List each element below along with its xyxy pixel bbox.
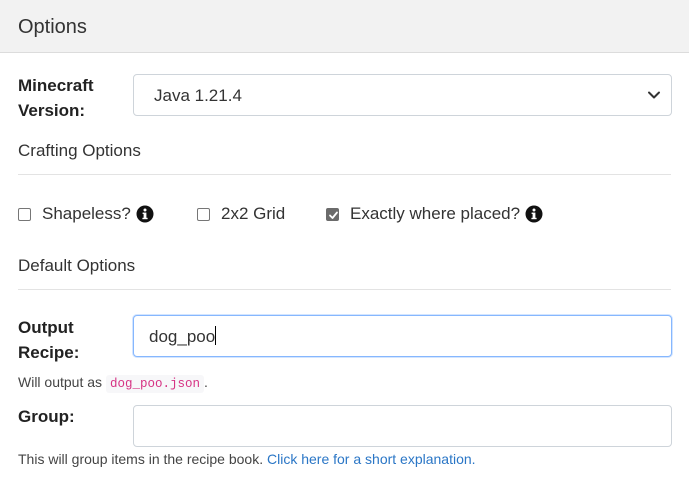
version-selected-value: Java 1.21.4 <box>154 86 242 105</box>
checkmark-icon <box>329 211 338 219</box>
chevron-down-icon <box>648 91 660 99</box>
info-icon[interactable] <box>136 205 154 223</box>
text-caret <box>215 326 217 345</box>
default-options-title: Default Options <box>18 256 136 275</box>
crafting-options-title: Crafting Options <box>18 141 141 160</box>
group-help-text: This will group items in the recipe book… <box>18 450 476 468</box>
grid-2x2-label: 2x2 Grid <box>221 204 286 223</box>
default-divider <box>18 289 671 290</box>
card-title: Options <box>18 16 87 38</box>
grid-2x2-checkbox[interactable] <box>197 207 210 221</box>
shapeless-label: Shapeless? <box>42 204 131 223</box>
output-recipe-value-wrap: dog_poo <box>149 326 217 348</box>
version-select[interactable]: Java 1.21.4 <box>133 74 672 116</box>
grid-2x2-option[interactable]: 2x2 Grid <box>197 203 285 225</box>
version-label: Minecraft Version: <box>18 76 94 120</box>
group-explanation-link[interactable]: Click here for a short explanation. <box>267 451 476 467</box>
group-label: Group: <box>18 407 75 426</box>
output-help-prefix: Will output as <box>18 374 103 390</box>
exact-placement-option[interactable]: Exactly where placed? <box>326 203 543 225</box>
output-recipe-input[interactable]: dog_poo <box>133 315 672 357</box>
card-header: Options <box>0 0 689 53</box>
group-input[interactable] <box>133 405 672 447</box>
output-recipe-value: dog_poo <box>149 327 216 346</box>
exact-placement-checkbox[interactable] <box>326 207 339 221</box>
group-help-description: This will group items in the recipe book… <box>18 451 264 467</box>
shapeless-option[interactable]: Shapeless? <box>18 203 154 225</box>
crafting-divider <box>18 174 671 175</box>
output-filename: dog_poo.json <box>105 375 204 393</box>
info-icon[interactable] <box>525 205 543 223</box>
shapeless-checkbox[interactable] <box>18 207 31 221</box>
options-card: Options Minecraft Version: Java 1.21.4 C… <box>0 0 689 499</box>
exact-placement-label: Exactly where placed? <box>350 204 521 223</box>
output-help-suffix: . <box>203 374 208 390</box>
output-recipe-label: Output Recipe: <box>18 318 80 362</box>
output-help-text: Will output as dog_poo.json. <box>18 373 208 393</box>
